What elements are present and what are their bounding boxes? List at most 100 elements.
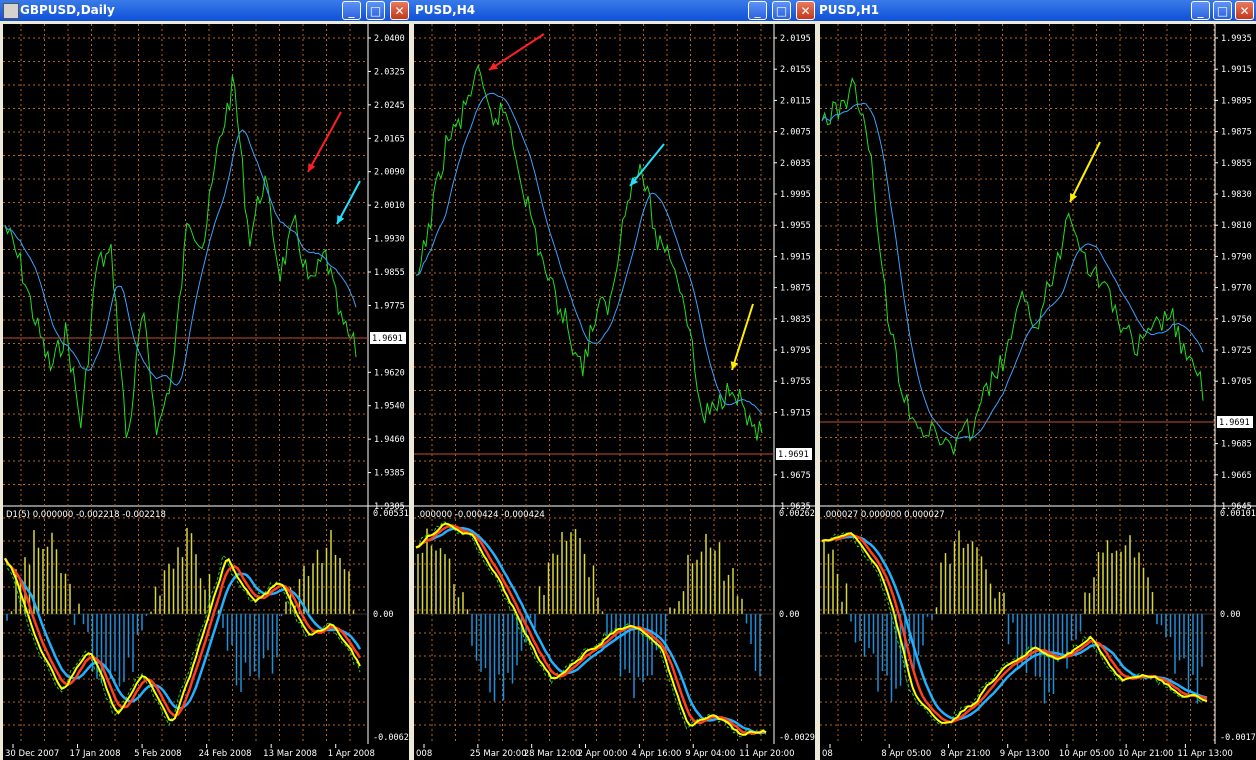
time-label: 30 Dec 2007: [5, 749, 59, 759]
price-label: 1.9620: [374, 368, 405, 378]
price-label: 1.9705: [1221, 377, 1252, 387]
price-chart-svg: 2.0195 2.0155 2.0115 2.0075 2.0035 1.9995 1.99…: [414, 24, 815, 760]
window-title: GBPUSD,Daily: [20, 3, 115, 17]
indicator-header: .000027 0.000000 0.000027: [823, 510, 945, 520]
price-label: 1.9855: [1221, 159, 1252, 169]
indicator-header: .000000 -0.000424 -0.000424: [417, 510, 545, 520]
price-label: 1.9830: [1221, 190, 1252, 200]
current-price-label: 1.9691: [778, 450, 809, 460]
price-label: 1.9995: [780, 190, 811, 200]
minimize-button[interactable]: _: [342, 1, 361, 20]
time-label: 2 Apr 00:00: [578, 749, 628, 759]
indicator-scale-label: 0.00: [1220, 610, 1240, 620]
price-label: 1.9715: [780, 408, 811, 418]
indicator-scale-label: -0.00627: [373, 733, 409, 743]
price-label: 1.9540: [374, 402, 405, 412]
price-label: 2.0195: [780, 34, 811, 44]
price-label: 2.0115: [780, 96, 811, 106]
maximize-button[interactable]: □: [772, 1, 791, 20]
close-button[interactable]: ✕: [1235, 1, 1254, 20]
window-title: PUSD,H1: [819, 3, 880, 17]
price-label: 1.9755: [780, 377, 811, 387]
price-label: 1.9385: [374, 469, 405, 479]
price-label: 1.9875: [780, 284, 811, 294]
time-label: 08: [822, 749, 833, 759]
price-label: 2.0090: [374, 168, 405, 178]
time-label: 9 Apr 04:00: [685, 749, 735, 759]
indicator-scale-label: 0.005318: [373, 509, 409, 519]
price-label: 1.9915: [780, 252, 811, 262]
indicator-header: D1(5) 0.000000 -0.002218 -0.002218: [6, 510, 166, 520]
price-label: 1.9770: [1221, 284, 1252, 294]
price-label: 2.0155: [780, 65, 811, 75]
time-label: 13 Mar 2008: [263, 749, 317, 759]
price-label: 1.9935: [1221, 34, 1252, 44]
price-chart-svg: 2.0400 2.0325 2.0245 2.0165 2.0090 2.0010 1.99…: [3, 24, 409, 760]
price-label: 2.0400: [374, 34, 405, 44]
chart-area[interactable]: 1.9935 1.9915 1.9895 1.9875 1.9855 1.9830 1.98…: [820, 24, 1256, 760]
price-label: 1.9675: [780, 471, 811, 481]
minimize-button[interactable]: _: [748, 1, 767, 20]
price-label: 1.9790: [1221, 252, 1252, 262]
time-label: 8 Apr 05:00: [881, 749, 931, 759]
indicator-scale-label: -0.0017: [1220, 733, 1256, 743]
chart-area[interactable]: 2.0400 2.0325 2.0245 2.0165 2.0090 2.0010 1.99…: [3, 24, 409, 760]
time-label: 10 Apr 05:00: [1059, 749, 1114, 759]
time-label: 28 Mar 12:00: [524, 749, 581, 759]
window-titlebar[interactable]: PUSD,H1 _ □ ✕: [817, 0, 1256, 21]
price-label: 1.9875: [1221, 128, 1252, 138]
price-label: 1.9855: [374, 268, 405, 278]
time-label: 4 Apr 16:00: [631, 749, 681, 759]
time-label: 5 Feb 2008: [134, 749, 182, 759]
price-label: 1.9460: [374, 435, 405, 445]
time-label: 25 Mar 20:00: [470, 749, 527, 759]
indicator-scale-label: -0.00298: [779, 733, 815, 743]
time-label: 11 Apr 13:00: [1177, 749, 1232, 759]
close-button[interactable]: ✕: [796, 1, 815, 20]
price-label: 1.9775: [374, 301, 405, 311]
chart-window-daily[interactable]: GBPUSD,Daily _ □ ✕ 2.0400 2.0325 2.0245 2.0…: [0, 0, 411, 760]
time-label: 008: [416, 749, 432, 759]
price-label: 1.9930: [374, 235, 405, 245]
chart-area[interactable]: 2.0195 2.0155 2.0115 2.0075 2.0035 1.9995 1.99…: [414, 24, 815, 760]
price-label: 2.0245: [374, 101, 405, 111]
chart-window-h4[interactable]: PUSD,H4 _ □ ✕ 2.0195 2.0155 2.0115 2.0075 2.…: [411, 0, 817, 760]
indicator-scale-label: 0.002629: [779, 509, 815, 519]
price-label: 1.9795: [780, 346, 811, 356]
current-price-label: 1.9691: [372, 334, 403, 344]
price-chart-svg: 1.9935 1.9915 1.9895 1.9875 1.9855 1.9830 1.98…: [820, 24, 1256, 760]
maximize-button[interactable]: □: [1213, 1, 1232, 20]
time-label: 10 Apr 21:00: [1118, 749, 1173, 759]
time-label: 8 Apr 21:00: [940, 749, 990, 759]
indicator-scale-label: 0.00: [779, 610, 799, 620]
price-label: 1.9835: [780, 315, 811, 325]
price-label: 2.0325: [374, 67, 405, 77]
window-titlebar[interactable]: PUSD,H4 _ □ ✕: [411, 0, 817, 21]
close-button[interactable]: ✕: [390, 1, 409, 20]
current-price-label: 1.9691: [1219, 418, 1250, 428]
time-label: 17 Jan 2008: [70, 749, 121, 759]
price-label: 2.0075: [780, 128, 811, 138]
time-label: 24 Feb 2008: [199, 749, 252, 759]
price-label: 1.9725: [1221, 346, 1252, 356]
price-label: 2.0010: [374, 201, 405, 211]
price-label: 1.9895: [1221, 96, 1252, 106]
price-label: 1.9750: [1221, 315, 1252, 325]
price-label: 1.9915: [1221, 65, 1252, 75]
price-label: 2.0035: [780, 159, 811, 169]
price-label: 1.9665: [1221, 471, 1252, 481]
window-titlebar[interactable]: GBPUSD,Daily _ □ ✕: [0, 0, 411, 21]
price-label: 1.9810: [1221, 221, 1252, 231]
app-icon: [3, 3, 19, 19]
time-label: 1 Apr 2008: [328, 749, 375, 759]
time-label: 9 Apr 13:00: [1000, 749, 1050, 759]
maximize-button[interactable]: □: [366, 1, 385, 20]
price-label: 1.9955: [780, 221, 811, 231]
window-title: PUSD,H4: [415, 3, 476, 17]
time-label: 11 Apr 20:00: [739, 749, 794, 759]
price-label: 2.0165: [374, 134, 405, 144]
price-label: 1.9685: [1221, 440, 1252, 450]
minimize-button[interactable]: _: [1191, 1, 1210, 20]
indicator-scale-label: 0.00: [373, 610, 393, 620]
chart-window-h1[interactable]: PUSD,H1 _ □ ✕ 1.9935 1.9915 1.9895 1.9875 1.…: [817, 0, 1256, 760]
